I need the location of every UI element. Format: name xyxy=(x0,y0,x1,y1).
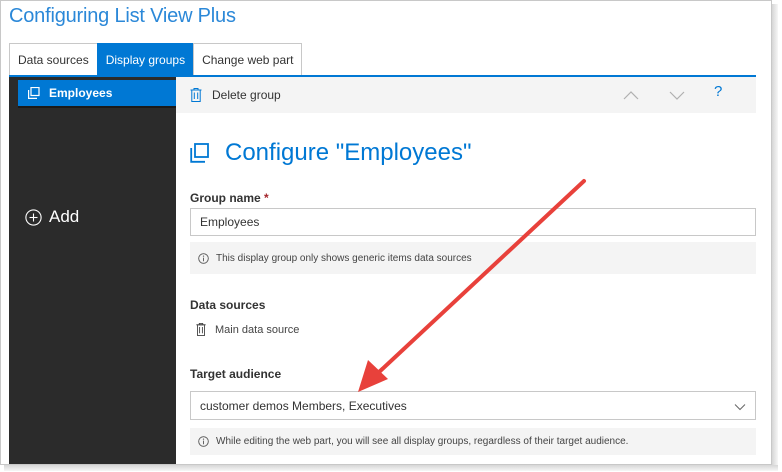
window-shadow xyxy=(4,465,778,471)
delete-group-button[interactable]: Delete group xyxy=(190,77,281,113)
group-name-info-text: This display group only shows generic it… xyxy=(216,252,472,264)
sidebar: Employees Add xyxy=(9,77,180,464)
tab-change-web-part[interactable]: Change web part xyxy=(193,43,303,76)
group-name-value: Employees xyxy=(200,215,260,229)
add-label: Add xyxy=(49,207,80,226)
chevron-up-icon[interactable] xyxy=(622,87,640,103)
info-icon xyxy=(198,436,209,447)
group-name-input[interactable]: Employees xyxy=(190,208,756,236)
tab-display-groups[interactable]: Display groups xyxy=(96,43,195,76)
target-audience-label: Target audience xyxy=(190,367,282,381)
group-name-info: This display group only shows generic it… xyxy=(190,242,756,274)
data-source-label: Main data source xyxy=(215,323,300,336)
add-circle-icon xyxy=(25,208,42,226)
panel-title: Configuring List View Plus xyxy=(9,5,236,27)
target-audience-info-text: While editing the web part, you will see… xyxy=(216,436,629,447)
help-button[interactable]: ? xyxy=(714,83,722,100)
list-item[interactable]: Main data source xyxy=(196,323,299,336)
data-sources-label: Data sources xyxy=(190,298,266,312)
trash-icon xyxy=(196,323,206,336)
chevron-down-icon xyxy=(734,404,746,411)
delete-group-label: Delete group xyxy=(212,88,281,102)
target-audience-dropdown[interactable]: customer demos Members, Executives xyxy=(190,391,756,420)
group-name-label-text: Group name xyxy=(190,191,261,205)
sidebar-item-label: Employees xyxy=(49,86,113,100)
tab-strip: Data sources Display groups Change web p… xyxy=(9,43,303,76)
chevron-down-icon[interactable] xyxy=(668,87,686,103)
command-bar: Delete group ? xyxy=(176,77,756,113)
page-title-text: Configure "Employees" xyxy=(225,139,472,166)
target-audience-value: customer demos Members, Executives xyxy=(200,398,407,413)
tab-data-sources[interactable]: Data sources xyxy=(9,43,98,76)
configuration-panel: Configuring List View Plus Data sources … xyxy=(0,0,772,465)
group-name-label: Group name * xyxy=(190,191,269,205)
page-title: Configure "Employees" xyxy=(190,139,472,167)
trash-icon xyxy=(190,88,202,102)
copy-icon xyxy=(190,143,209,163)
required-marker: * xyxy=(264,191,269,205)
copy-icon xyxy=(28,87,40,99)
info-icon xyxy=(198,252,209,264)
add-group-button[interactable]: Add xyxy=(25,207,79,227)
window-shadow xyxy=(772,4,778,469)
sidebar-item-employees[interactable]: Employees xyxy=(18,80,180,108)
target-audience-info: While editing the web part, you will see… xyxy=(190,428,756,455)
